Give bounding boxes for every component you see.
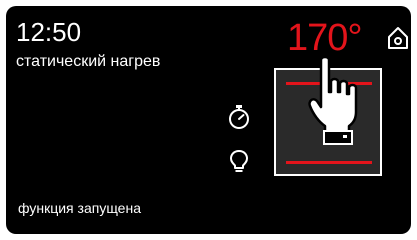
oven-screen: 12:50 статический нагрев 170° функция за… bbox=[0, 0, 417, 240]
clock-time: 12:50 bbox=[16, 17, 82, 47]
pointing-hand-icon bbox=[308, 55, 358, 145]
home-icon[interactable] bbox=[387, 26, 409, 50]
function-status-text: функция запущена bbox=[18, 200, 141, 216]
heating-mode-label[interactable]: статический нагрев bbox=[16, 52, 160, 72]
display-panel: 12:50 статический нагрев 170° функция за… bbox=[6, 6, 411, 234]
lamp-icon[interactable] bbox=[229, 149, 249, 173]
timer-icon[interactable] bbox=[227, 104, 251, 130]
bottom-heater-icon bbox=[286, 161, 372, 164]
